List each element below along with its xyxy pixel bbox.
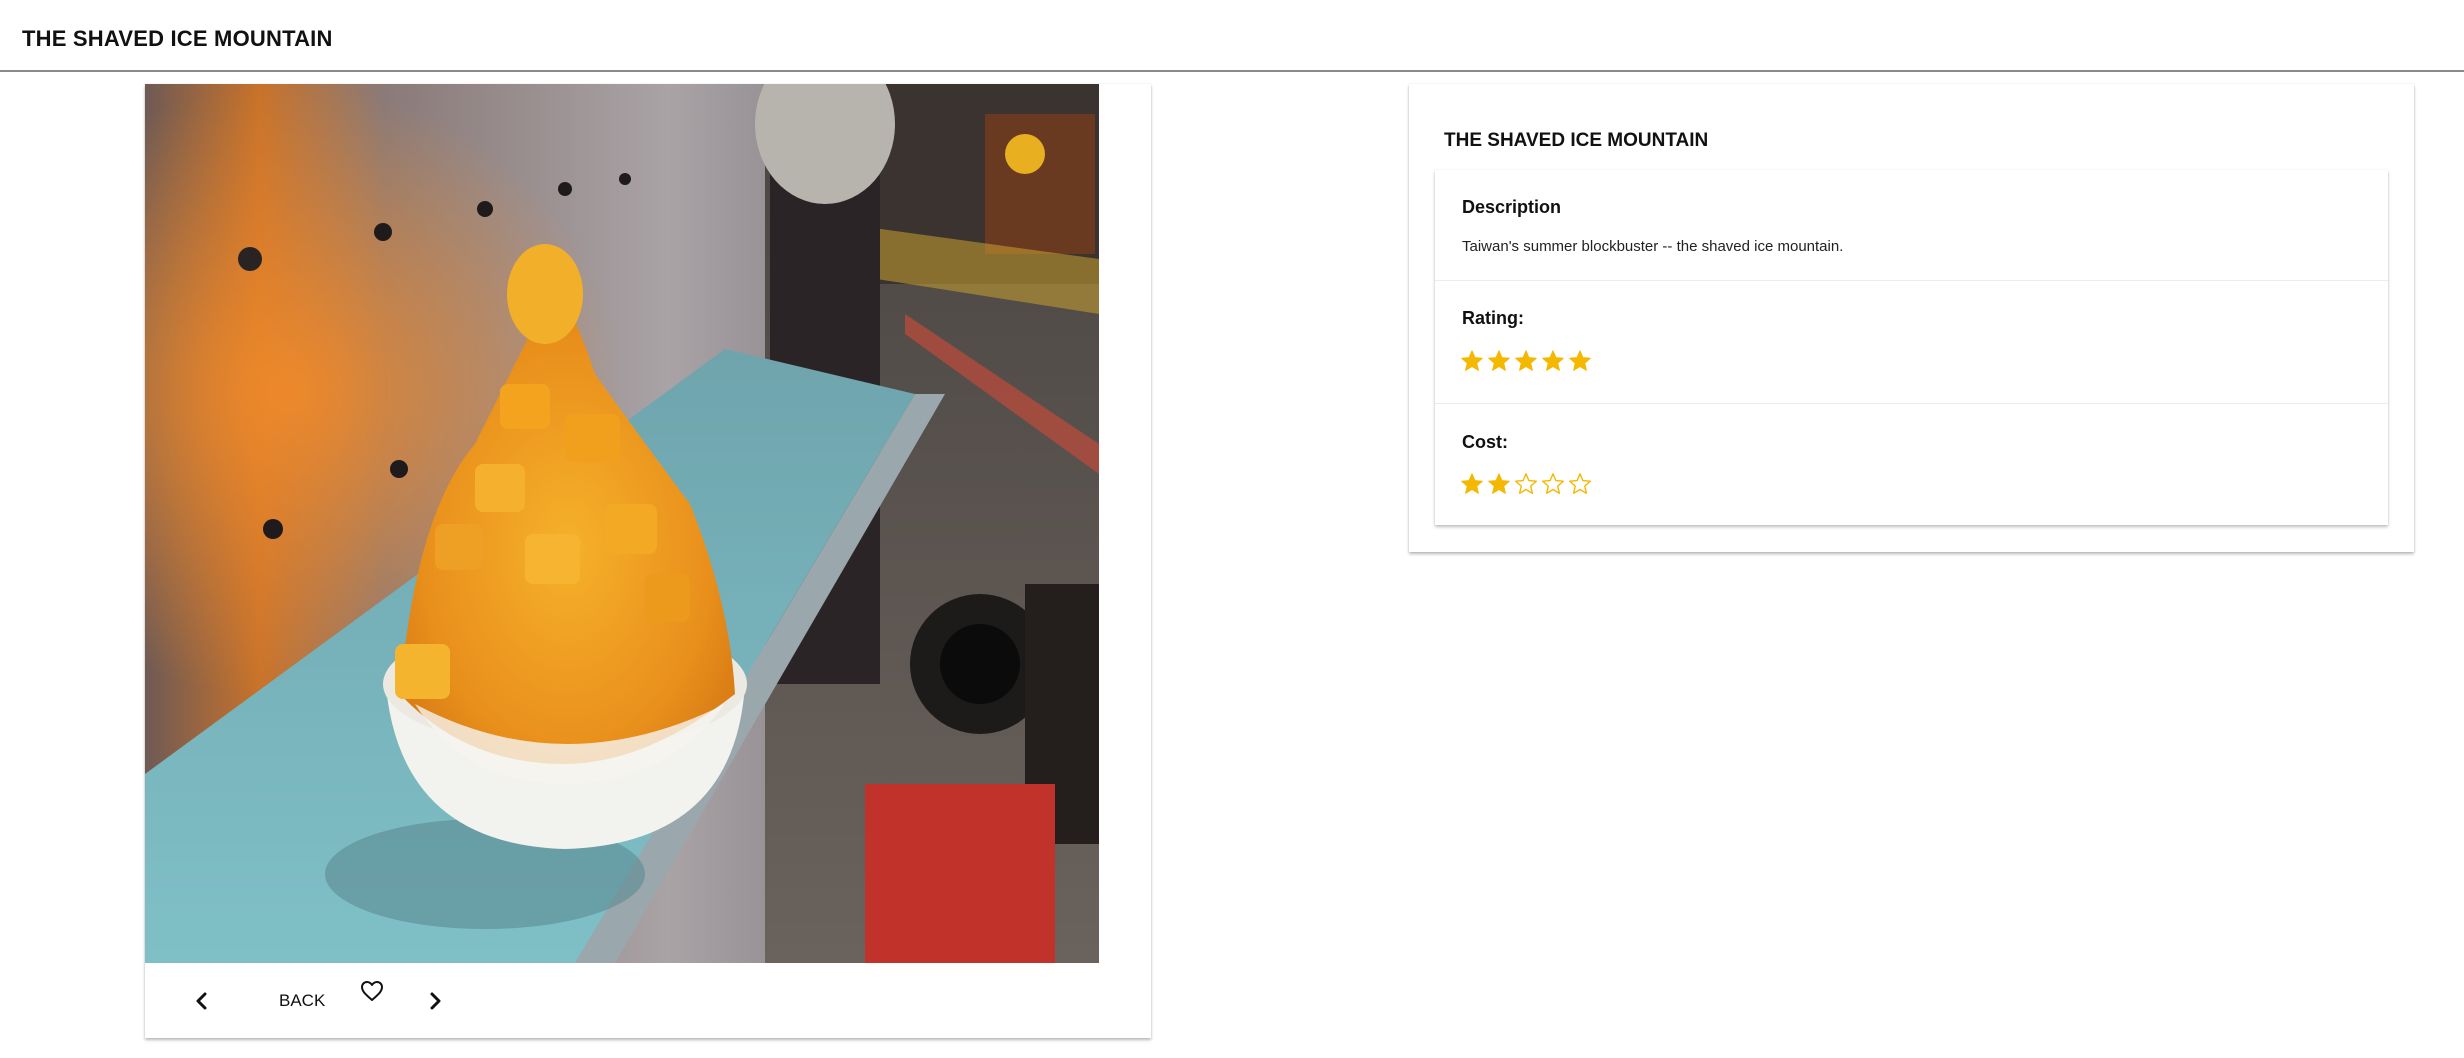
chevron-left-icon — [196, 992, 207, 1010]
description-text: Taiwan's summer blockbuster -- the shave… — [1462, 238, 1844, 255]
star-filled-icon[interactable] — [1460, 349, 1484, 373]
star-filled-icon[interactable] — [1460, 472, 1484, 496]
star-filled-icon[interactable] — [1487, 349, 1511, 373]
rating-label: Rating: — [1462, 308, 1524, 328]
details-card: THE SHAVED ICE MOUNTAIN Description Taiw… — [1409, 84, 2414, 552]
heart-outline-icon — [361, 981, 383, 1001]
previous-button[interactable] — [182, 981, 222, 1021]
cost-label: Cost: — [1462, 432, 1508, 452]
card-actions: BACK — [145, 963, 1151, 1038]
cost-section: Cost: — [1435, 404, 2388, 525]
star-filled-icon[interactable] — [1541, 349, 1565, 373]
details-title: THE SHAVED ICE MOUNTAIN — [1444, 130, 1709, 151]
next-button[interactable] — [415, 981, 455, 1021]
star-filled-icon[interactable] — [1568, 349, 1592, 373]
rating-section: Rating: — [1435, 281, 2388, 404]
top-app-bar: THE SHAVED ICE MOUNTAIN — [0, 0, 2464, 72]
page-title: THE SHAVED ICE MOUNTAIN — [22, 26, 333, 51]
star-outline-icon[interactable] — [1514, 472, 1538, 496]
description-label: Description — [1462, 197, 1562, 217]
favorite-button[interactable] — [352, 971, 392, 1011]
description-section: Description Taiwan's summer blockbuster … — [1435, 170, 2388, 281]
star-filled-icon[interactable] — [1487, 472, 1511, 496]
star-outline-icon[interactable] — [1568, 472, 1592, 496]
shaved-ice-photo — [145, 84, 1099, 963]
cost-stars — [1460, 472, 1592, 500]
back-button[interactable]: BACK — [265, 983, 339, 1019]
photo-card: BACK — [145, 84, 1151, 1038]
rating-stars — [1460, 349, 1592, 377]
star-filled-icon[interactable] — [1514, 349, 1538, 373]
info-panel: Description Taiwan's summer blockbuster … — [1435, 170, 2388, 525]
chevron-right-icon — [430, 992, 441, 1010]
star-outline-icon[interactable] — [1541, 472, 1565, 496]
